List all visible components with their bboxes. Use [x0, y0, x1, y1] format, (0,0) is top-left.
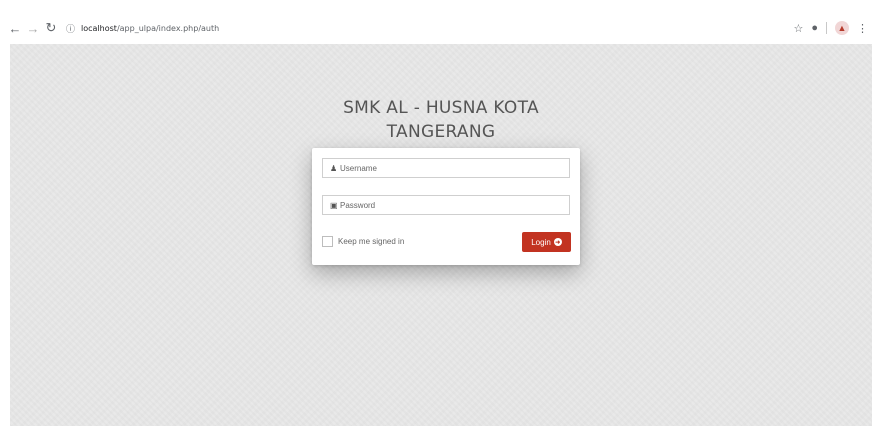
login-card: ♟ ▣ Keep me signed in Login ➜	[312, 148, 580, 265]
reload-icon[interactable]: ↻	[42, 19, 60, 37]
login-button-label: Login	[531, 237, 551, 247]
remember-me[interactable]: Keep me signed in	[322, 236, 404, 247]
browser-window: ← → ↻ ⓘ localhost/app_ulpa/index.php/aut…	[0, 0, 872, 426]
login-button[interactable]: Login ➜	[522, 232, 571, 252]
lock-icon: ▣	[330, 200, 338, 210]
page-viewport: SMK AL - HUSNA KOTA TANGERANG ♟ ▣ Keep m…	[10, 44, 872, 426]
arrow-right-icon: ➜	[553, 238, 562, 246]
address-bar[interactable]: ⓘ localhost/app_ulpa/index.php/auth	[66, 18, 219, 38]
page-title: SMK AL - HUSNA KOTA TANGERANG	[10, 96, 872, 144]
title-line-2: TANGERANG	[386, 122, 496, 142]
browser-toolbar: ← → ↻ ⓘ localhost/app_ulpa/index.php/aut…	[0, 14, 872, 42]
profile-icon[interactable]: ▲	[835, 21, 849, 35]
address-path: /app_ulpa/index.php/auth	[116, 23, 220, 33]
extension-icon[interactable]: ●	[811, 22, 818, 34]
address-host: localhost	[81, 23, 117, 33]
forward-icon[interactable]: →	[24, 19, 42, 37]
back-icon[interactable]: ←	[6, 19, 24, 37]
user-icon: ♟	[330, 163, 338, 173]
title-line-1: SMK AL - HUSNA KOTA	[343, 98, 539, 118]
info-icon[interactable]: ⓘ	[66, 22, 75, 35]
remember-checkbox[interactable]	[322, 236, 333, 247]
toolbar-divider	[826, 22, 827, 34]
menu-icon[interactable]: ⋮	[857, 22, 868, 35]
toolbar-actions: ☆ ● ▲ ⋮	[793, 14, 868, 42]
password-input[interactable]	[340, 200, 560, 210]
star-icon[interactable]: ☆	[793, 22, 803, 35]
password-field[interactable]: ▣	[322, 195, 570, 215]
remember-label: Keep me signed in	[338, 237, 405, 246]
username-field[interactable]: ♟	[322, 158, 570, 178]
username-input[interactable]	[340, 163, 560, 173]
